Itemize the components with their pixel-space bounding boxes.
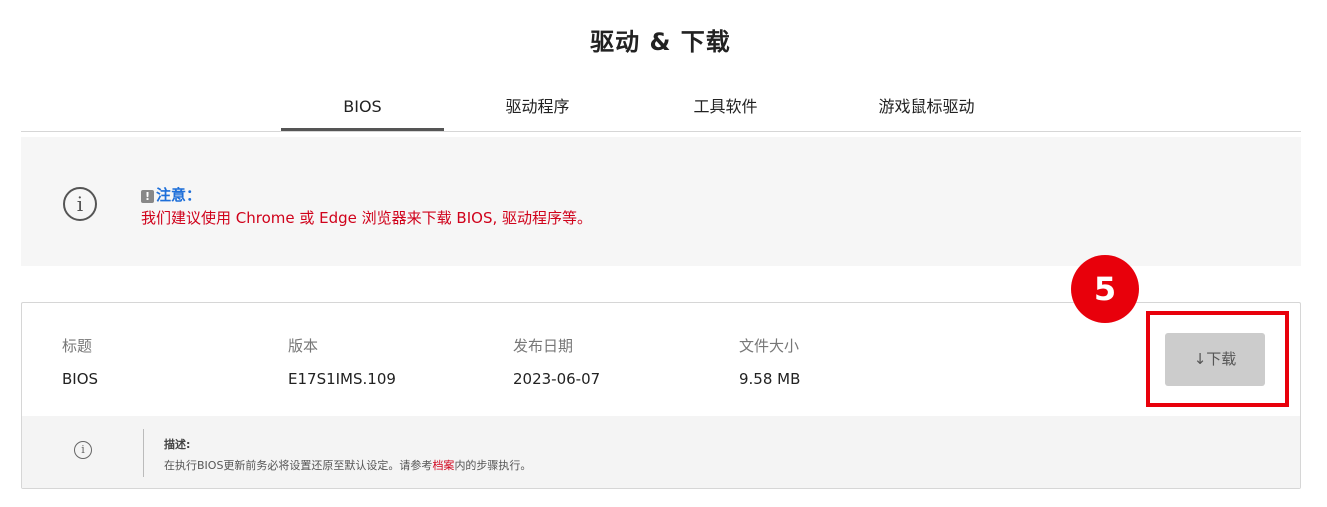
notice-title-row: ! 注意： — [141, 184, 201, 205]
step-number-badge: 5 — [1071, 255, 1139, 323]
header-size: 文件大小 — [739, 337, 800, 355]
browser-notice: i ! 注意： 我们建议使用 Chrome 或 Edge 浏览器来下载 BIOS,… — [21, 137, 1301, 266]
value-date: 2023-06-07 — [513, 370, 601, 388]
file-link[interactable]: 档案 — [432, 459, 454, 472]
column-size: 文件大小 9.58 MB — [739, 335, 800, 388]
page-title: 驱动 & 下载 — [590, 28, 731, 56]
divider — [143, 429, 144, 477]
description-label: 描述: — [164, 438, 191, 451]
description-text: 在执行BIOS更新前务必将设置还原至默认设定。请参考档案内的步骤执行。 — [164, 457, 531, 473]
download-button[interactable]: ↓下载 — [1165, 333, 1265, 386]
tab-drivers[interactable]: 驱动程序 — [456, 88, 619, 131]
header-date: 发布日期 — [513, 337, 574, 355]
value-size: 9.58 MB — [739, 370, 801, 388]
column-version: 版本 E17S1IMS.109 — [288, 335, 396, 388]
description-panel: i 描述: 在执行BIOS更新前务必将设置还原至默认设定。请参考档案内的步骤执行… — [22, 416, 1300, 488]
header-title: 标题 — [62, 337, 93, 355]
download-item-card: 标题 BIOS 版本 E17S1IMS.109 发布日期 2023-06-07 … — [21, 302, 1301, 489]
tab-bios[interactable]: BIOS — [281, 88, 444, 131]
description-text-before: 在执行BIOS更新前务必将设置还原至默认设定。请参考 — [164, 459, 433, 472]
notice-title: 注意： — [156, 186, 202, 204]
description-text-after: 内的步骤执行。 — [454, 459, 532, 472]
value-version: E17S1IMS.109 — [288, 370, 396, 388]
value-title: BIOS — [62, 370, 99, 388]
column-date: 发布日期 2023-06-07 — [513, 335, 600, 388]
exclamation-icon: ! — [141, 190, 154, 203]
notice-message: 我们建议使用 Chrome 或 Edge 浏览器来下载 BIOS, 驱动程序等。 — [141, 209, 593, 227]
tab-gaming-mouse-drivers[interactable]: 游戏鼠标驱动 — [845, 88, 1008, 131]
column-title: 标题 BIOS — [62, 335, 98, 388]
tab-bar: BIOS 驱动程序 工具软件 游戏鼠标驱动 — [21, 88, 1301, 132]
info-icon: i — [74, 441, 92, 459]
tab-tools[interactable]: 工具软件 — [644, 88, 807, 131]
header-version: 版本 — [288, 337, 319, 355]
info-circle-icon: i — [63, 187, 97, 221]
